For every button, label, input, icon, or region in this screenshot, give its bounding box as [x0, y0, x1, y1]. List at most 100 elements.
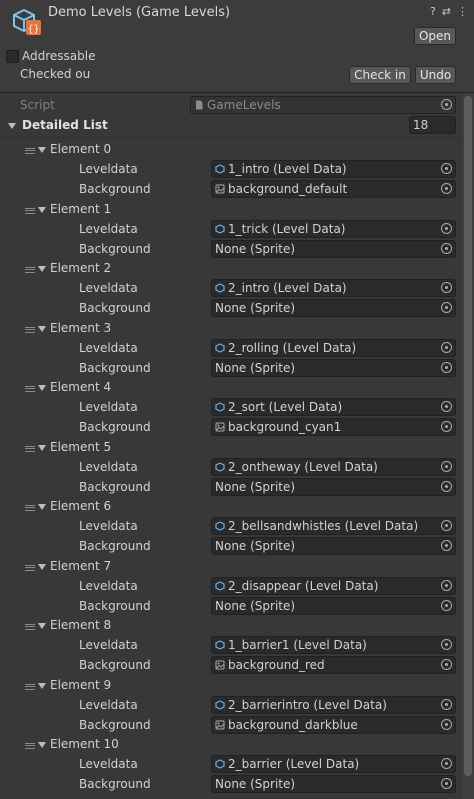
leveldata-label: Leveldata: [79, 281, 138, 295]
object-picker-icon[interactable]: [441, 401, 452, 412]
object-picker-icon[interactable]: [441, 183, 452, 194]
leveldata-label: Leveldata: [79, 698, 138, 712]
element-foldout-icon[interactable]: [38, 266, 46, 272]
reorder-handle-icon[interactable]: [25, 684, 35, 690]
background-field[interactable]: None (Sprite): [211, 240, 456, 258]
open-button[interactable]: Open: [414, 27, 456, 45]
scriptable-object-asset-icon: [215, 343, 225, 353]
leveldata-label: Leveldata: [79, 341, 138, 355]
object-picker-icon[interactable]: [441, 243, 452, 254]
background-field[interactable]: background_red: [211, 656, 456, 674]
leveldata-field[interactable]: 2_sort (Level Data): [211, 398, 456, 416]
element-label[interactable]: Element 10: [50, 737, 119, 751]
element-foldout-icon[interactable]: [38, 445, 46, 451]
element-label[interactable]: Element 5: [50, 440, 111, 454]
element-label[interactable]: Element 1: [50, 202, 111, 216]
element-label[interactable]: Element 9: [50, 678, 111, 692]
element-label[interactable]: Element 8: [50, 618, 111, 632]
reorder-handle-icon[interactable]: [25, 148, 35, 154]
object-picker-icon[interactable]: [441, 639, 452, 650]
element-label[interactable]: Element 3: [50, 321, 111, 335]
element-foldout-icon[interactable]: [38, 385, 46, 391]
element-foldout-icon[interactable]: [38, 326, 46, 332]
element-label[interactable]: Element 2: [50, 261, 111, 275]
reorder-handle-icon[interactable]: [25, 386, 35, 392]
addressable-checkbox[interactable]: [6, 50, 19, 63]
more-menu-icon[interactable]: ⋮: [457, 5, 468, 19]
object-picker-icon[interactable]: [441, 600, 452, 611]
reorder-handle-icon[interactable]: [25, 565, 35, 571]
reorder-handle-icon[interactable]: [25, 446, 35, 452]
script-field: GameLevels: [190, 96, 456, 114]
element-foldout-icon[interactable]: [38, 742, 46, 748]
preset-icon[interactable]: ⇄: [442, 5, 451, 19]
detailed-list-label[interactable]: Detailed List: [22, 118, 108, 132]
leveldata-field[interactable]: 2_bellsandwhistles (Level Data): [211, 517, 456, 535]
background-field[interactable]: None (Sprite): [211, 359, 456, 377]
background-field[interactable]: background_cyan1: [211, 418, 456, 436]
leveldata-field[interactable]: 1_barrier1 (Level Data): [211, 636, 456, 654]
scriptable-object-asset-icon: [215, 581, 225, 591]
element-label[interactable]: Element 0: [50, 142, 111, 156]
object-picker-icon[interactable]: [441, 520, 452, 531]
object-picker-icon[interactable]: [441, 699, 452, 710]
reorder-handle-icon[interactable]: [25, 743, 35, 749]
element-foldout-icon[interactable]: [38, 207, 46, 213]
scrollbar-thumb[interactable]: [464, 96, 472, 776]
leveldata-field[interactable]: 2_rolling (Level Data): [211, 339, 456, 357]
element-foldout-icon[interactable]: [38, 147, 46, 153]
leveldata-field[interactable]: 2_disappear (Level Data): [211, 577, 456, 595]
background-field[interactable]: None (Sprite): [211, 299, 456, 317]
background-field[interactable]: None (Sprite): [211, 775, 456, 793]
element-label[interactable]: Element 6: [50, 499, 111, 513]
background-field[interactable]: None (Sprite): [211, 537, 456, 555]
reorder-handle-icon[interactable]: [25, 505, 35, 511]
object-picker-icon[interactable]: [441, 540, 452, 551]
leveldata-field[interactable]: 2_ontheway (Level Data): [211, 458, 456, 476]
object-picker-icon[interactable]: [441, 342, 452, 353]
object-picker-icon[interactable]: [441, 778, 452, 789]
leveldata-field[interactable]: 1_trick (Level Data): [211, 220, 456, 238]
element-foldout-icon[interactable]: [38, 564, 46, 570]
background-field[interactable]: background_darkblue: [211, 716, 456, 734]
object-picker-icon[interactable]: [441, 659, 452, 670]
background-field[interactable]: background_default: [211, 180, 456, 198]
check-in-button[interactable]: Check in: [349, 66, 411, 84]
background-field[interactable]: None (Sprite): [211, 597, 456, 615]
object-picker-icon[interactable]: [441, 719, 452, 730]
element-label[interactable]: Element 4: [50, 380, 111, 394]
background-field[interactable]: None (Sprite): [211, 478, 456, 496]
sprite-icon: [215, 720, 225, 730]
reorder-handle-icon[interactable]: [25, 267, 35, 273]
object-picker-icon[interactable]: [441, 282, 452, 293]
object-picker-icon[interactable]: [441, 580, 452, 591]
object-picker-icon[interactable]: [441, 223, 452, 234]
object-picker-icon[interactable]: [441, 758, 452, 769]
foldout-expanded-icon[interactable]: [8, 123, 16, 129]
leveldata-label: Leveldata: [79, 222, 138, 236]
element-foldout-icon[interactable]: [38, 683, 46, 689]
object-picker-icon[interactable]: [441, 481, 452, 492]
element-label[interactable]: Element 7: [50, 559, 111, 573]
leveldata-field[interactable]: 2_barrierintro (Level Data): [211, 696, 456, 714]
background-label: Background: [79, 658, 151, 672]
undo-button[interactable]: Undo: [415, 66, 456, 84]
object-picker-icon: [441, 99, 452, 110]
reorder-handle-icon[interactable]: [25, 624, 35, 630]
leveldata-field[interactable]: 2_intro (Level Data): [211, 279, 456, 297]
background-label: Background: [79, 420, 151, 434]
list-size-field[interactable]: 18: [409, 116, 456, 134]
object-picker-icon[interactable]: [441, 362, 452, 373]
help-icon[interactable]: ?: [430, 5, 436, 19]
leveldata-field[interactable]: 1_intro (Level Data): [211, 160, 456, 178]
object-picker-icon[interactable]: [441, 302, 452, 313]
reorder-handle-icon[interactable]: [25, 208, 35, 214]
object-picker-icon[interactable]: [441, 163, 452, 174]
object-picker-icon[interactable]: [441, 461, 452, 472]
object-picker-icon[interactable]: [441, 421, 452, 432]
leveldata-field[interactable]: 2_barrier (Level Data): [211, 755, 456, 773]
list-divider: [0, 137, 462, 138]
element-foldout-icon[interactable]: [38, 623, 46, 629]
element-foldout-icon[interactable]: [38, 504, 46, 510]
reorder-handle-icon[interactable]: [25, 327, 35, 333]
